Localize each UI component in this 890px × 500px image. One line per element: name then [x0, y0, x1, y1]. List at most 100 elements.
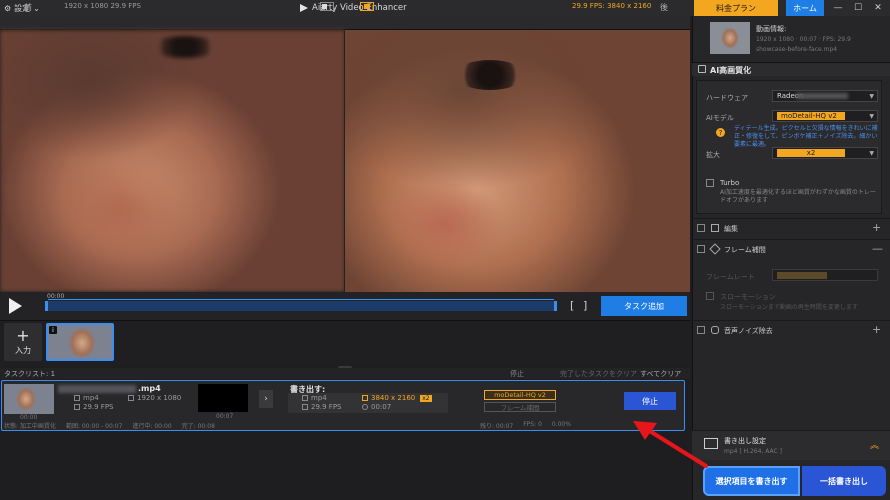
preview-divider[interactable]: [344, 30, 345, 292]
ai-model-label: AIモデル: [706, 114, 734, 122]
resolution-icon: [128, 395, 134, 401]
task-start-time: 00:00: [20, 414, 38, 421]
model-tag: moDetail-HQ v2: [484, 390, 556, 400]
turbo-checkbox[interactable]: [706, 179, 714, 187]
slowmo-description: スローモーションまで動画の再生時間を変更します: [720, 304, 858, 311]
output-res: 3840 x 2160 x2: [362, 394, 432, 402]
expand-edit-icon[interactable]: +: [872, 221, 881, 234]
app-logo-icon: [300, 4, 308, 12]
file-icon: [302, 395, 308, 401]
ai-model-description: ディテール生成。ピクセルと欠損な情報をきれいに補正・修復をして、ピンボケ補正＋ノ…: [734, 125, 878, 148]
clock-icon: [362, 404, 368, 410]
export-selected-button[interactable]: 選択項目を書き出す: [703, 466, 800, 496]
close-button[interactable]: ✕: [868, 0, 888, 16]
stop-all-button[interactable]: 停止: [510, 369, 524, 379]
task-progress-stats: 残り: 00:07 FPS: 0 0.00%: [480, 421, 571, 430]
before-label: 前: [24, 3, 32, 12]
chevron-up-icon[interactable]: ︽: [870, 438, 879, 451]
output-format: mp4: [302, 394, 327, 402]
task-output-preview: [198, 384, 248, 412]
output-duration: 00:07: [362, 403, 391, 411]
play-icon[interactable]: [9, 298, 22, 314]
task-end-time: 00:07: [216, 413, 234, 420]
preview-info-bar: [0, 16, 690, 30]
export-all-button[interactable]: 一括書き出し: [802, 466, 886, 496]
preview-after-image[interactable]: [345, 30, 690, 292]
collapse-frame-icon[interactable]: —: [872, 242, 883, 255]
video-info-thumbnail: [710, 22, 750, 54]
upscale-select[interactable]: x2 ▼: [772, 147, 878, 159]
edit-badge-icon: i: [49, 326, 57, 334]
help-icon[interactable]: ?: [716, 128, 725, 137]
split-view-icon[interactable]: [320, 2, 334, 11]
export-settings-format: mp4 [ H.264, AAC ]: [724, 448, 782, 455]
ai-model-select[interactable]: moDetail-HQ v2 ▼: [772, 110, 878, 122]
home-button[interactable]: ホーム: [786, 0, 824, 16]
turbo-description: AI加工速度を最適化するほど画質がわずかな画質のトレードオフがあります: [720, 189, 876, 204]
task-thumbnail: [4, 384, 54, 414]
task-status: 状態: 加工中画質化 範囲: 00:00 - 00:07 進行中: 00:00 …: [4, 423, 215, 430]
chevron-down-icon: ▼: [869, 93, 874, 100]
video-info-meta: 1920 x 1080 · 00:07 · FPS: 29.9: [756, 36, 851, 43]
framerate-label: フレームレート: [706, 273, 755, 281]
framerate-select[interactable]: [772, 269, 878, 281]
tasklist-empty-area: [0, 432, 690, 500]
set-start-point-button[interactable]: [: [570, 299, 574, 312]
output-fps: 29.9 FPS: [302, 403, 342, 411]
scale-badge: x2: [420, 394, 432, 402]
preview-before-image[interactable]: [0, 30, 345, 292]
ai-enhance-title: AI高画質化: [710, 66, 752, 75]
set-end-point-button[interactable]: ]: [583, 299, 587, 312]
audio-noise-label: 音声ノイズ除去: [724, 327, 773, 335]
edit-section[interactable]: [692, 218, 890, 238]
chevron-down-icon: ▼: [869, 150, 874, 157]
task-progress-bar: [2, 430, 684, 431]
stop-task-button[interactable]: 停止: [624, 392, 676, 410]
task-filename: .mp4: [138, 384, 161, 393]
input-button[interactable]: + 入力: [4, 323, 42, 361]
source-thumbnail[interactable]: i: [46, 323, 114, 361]
slowmo-label: スローモーション: [720, 293, 776, 301]
turbo-label: Turbo: [720, 179, 740, 187]
clear-all-button[interactable]: すべてクリア: [640, 369, 681, 379]
minimize-button[interactable]: —: [828, 0, 848, 16]
after-label: 後: [660, 3, 668, 12]
monitor-gear-icon: [704, 438, 718, 449]
file-icon: [74, 395, 80, 401]
app-title: Aiarty Video Enhancer: [300, 3, 407, 13]
audio-noise-checkbox[interactable]: [697, 326, 705, 334]
gear-icon: ⚙: [4, 4, 12, 13]
input-label: 入力: [15, 345, 31, 355]
blurred-filename: [58, 385, 136, 393]
upscale-label: 拡大: [706, 151, 720, 159]
expand-noise-icon[interactable]: +: [872, 323, 881, 336]
hardware-label: ハードウェア: [706, 94, 748, 102]
output-resolution: 29.9 FPS: 3840 x 2160: [572, 2, 652, 10]
side-by-side-view-icon[interactable]: [360, 2, 374, 11]
audio-noise-section[interactable]: [692, 320, 890, 340]
chevron-down-icon: ⌄: [33, 4, 40, 13]
edit-label: 編集: [724, 225, 738, 233]
export-settings-title: 書き出し設定: [724, 437, 766, 445]
slowmo-checkbox[interactable]: [706, 292, 714, 300]
maximize-button[interactable]: ☐: [848, 0, 868, 16]
source-res: 1920 x 1080: [128, 394, 181, 402]
export-settings[interactable]: [692, 430, 890, 460]
video-info-title: 動画情報:: [756, 25, 787, 33]
edit-checkbox[interactable]: [697, 224, 705, 232]
frame-interp-section[interactable]: [692, 239, 890, 259]
pricing-plan-button[interactable]: 料金プラン: [694, 0, 778, 16]
frame-interp-checkbox[interactable]: [697, 245, 705, 253]
blurred-hardware-name: [796, 93, 848, 99]
chevron-right-icon: ›: [259, 390, 273, 408]
source-fps: 29.9 FPS: [74, 403, 114, 411]
add-task-button[interactable]: タスク追加: [601, 296, 687, 316]
edit-icon: [711, 224, 719, 232]
chevron-down-icon: ▼: [869, 113, 874, 120]
frame-interp-label: フレーム補間: [724, 246, 766, 254]
clear-completed-button[interactable]: 完了したタスクをクリア: [560, 369, 637, 379]
resolution-icon: [362, 395, 368, 401]
settings-menu[interactable]: ⚙ 設定 ⌄: [4, 3, 40, 14]
fps-icon: [74, 404, 80, 410]
timeline-slider[interactable]: [45, 299, 557, 311]
